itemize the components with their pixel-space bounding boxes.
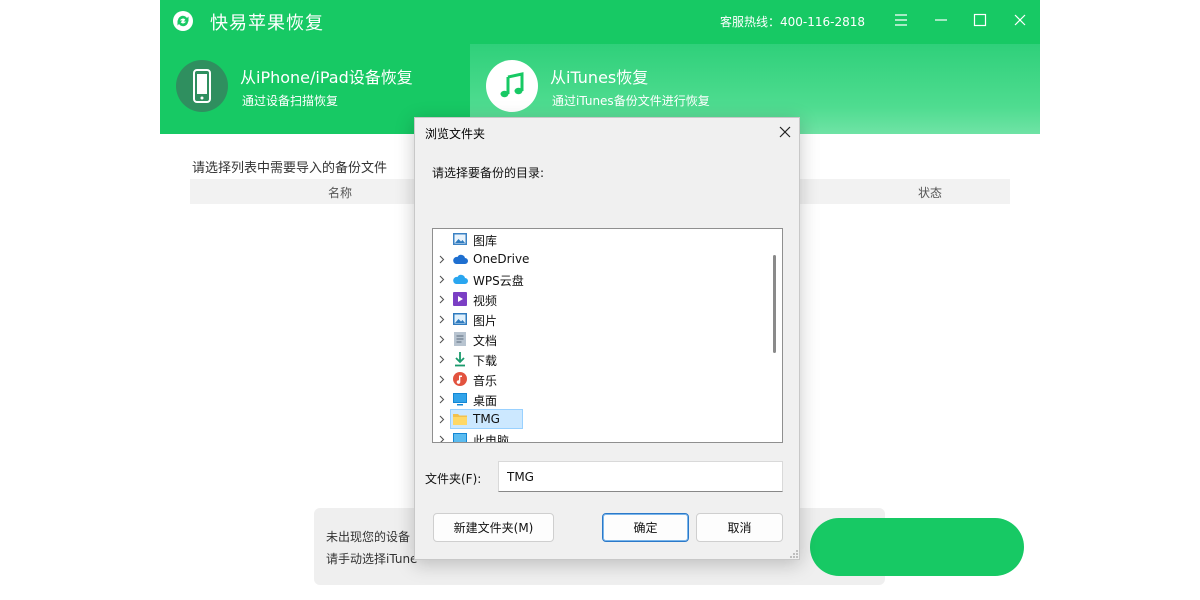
tree-item-label: WPS云盘 — [473, 274, 524, 288]
tab-device-subtitle: 通过设备扫描恢复 — [242, 94, 339, 108]
chevron-right-icon[interactable] — [436, 332, 448, 346]
tree-item-label: 视频 — [473, 294, 498, 308]
close-icon — [779, 126, 791, 138]
chevron-right-icon[interactable] — [436, 292, 448, 306]
app-title: 快易苹果恢复 — [210, 13, 324, 34]
tree-item-music[interactable]: 音乐 — [433, 369, 765, 389]
folder-input[interactable] — [498, 461, 783, 492]
close-icon — [1014, 14, 1026, 26]
chevron-right-icon[interactable] — [436, 412, 448, 426]
tree-item-documents[interactable]: 文档 — [433, 329, 765, 349]
column-status: 状态 — [918, 186, 943, 200]
tree-item-label: OneDrive — [473, 252, 530, 266]
folder-label: 文件夹(F): — [425, 472, 482, 486]
new-folder-button[interactable]: 新建文件夹(M) — [433, 513, 554, 542]
maximize-icon — [973, 13, 987, 27]
tree-item-wps-cloud[interactable]: WPS云盘 — [433, 269, 765, 289]
tree-item-label: 下载 — [473, 354, 498, 368]
music-icon — [452, 371, 468, 387]
resize-grip-icon[interactable] — [789, 549, 799, 559]
select-backup-button[interactable] — [810, 518, 1024, 576]
tree-item-label: 图库 — [473, 234, 498, 248]
tree-item-gallery[interactable]: 图库 — [433, 229, 765, 249]
folder-icon — [452, 411, 468, 427]
tree-item-label: 此电脑 — [473, 434, 510, 443]
ok-button[interactable]: 确定 — [602, 513, 689, 542]
tree-item-video[interactable]: 视频 — [433, 289, 765, 309]
tree-item-label: TMG — [473, 412, 500, 426]
scrollbar-thumb[interactable] — [773, 255, 776, 353]
desktop-icon — [452, 391, 468, 407]
header: 快易苹果恢复 客服热线：400-116-2818 从iPhone/iPad设备恢… — [160, 0, 1040, 134]
folder-tree[interactable]: 图库 OneDrive WPS云盘 视频 图片 文档 下载 音乐 桌面 TMG … — [432, 228, 783, 443]
menu-icon — [895, 14, 907, 26]
hint-line-2: 请手动选择iTune — [326, 552, 418, 566]
browse-folder-dialog: 浏览文件夹 请选择要备份的目录: 图库 OneDrive WPS云盘 视频 图片 — [414, 117, 800, 560]
chevron-right-icon[interactable] — [436, 392, 448, 406]
hint-line-1: 未出现您的设备 — [326, 530, 411, 544]
tree-item-label: 文档 — [473, 334, 498, 348]
cancel-button[interactable]: 取消 — [696, 513, 783, 542]
chevron-right-icon[interactable] — [436, 312, 448, 326]
chevron-right-icon[interactable] — [436, 272, 448, 286]
chevron-right-icon[interactable] — [436, 352, 448, 366]
hotline-text: 客服热线：400-116-2818 — [720, 15, 866, 29]
dialog-close-button[interactable] — [775, 122, 795, 142]
close-window-button[interactable] — [1011, 11, 1029, 29]
chevron-right-icon[interactable] — [436, 372, 448, 386]
tree-item-pictures[interactable]: 图片 — [433, 309, 765, 329]
tree-item-label: 音乐 — [473, 374, 498, 388]
cloud-icon — [452, 251, 468, 267]
tab-itunes-title: 从iTunes恢复 — [550, 68, 649, 87]
tree-item-onedrive[interactable]: OneDrive — [433, 249, 765, 269]
chevron-right-icon[interactable] — [436, 252, 448, 266]
tab-itunes-subtitle: 通过iTunes备份文件进行恢复 — [552, 94, 710, 108]
dialog-prompt: 请选择要备份的目录: — [432, 166, 545, 180]
tree-item-desktop[interactable]: 桌面 — [433, 389, 765, 409]
tree-item-label: 图片 — [473, 314, 498, 328]
tree-item-downloads[interactable]: 下载 — [433, 349, 765, 369]
tree-item-this-pc[interactable]: 此电脑 — [433, 429, 765, 443]
document-icon — [452, 331, 468, 347]
tree-item-label: 桌面 — [473, 394, 498, 408]
chevron-right-icon[interactable] — [436, 432, 448, 442]
video-icon — [452, 291, 468, 307]
tree-item-tmg[interactable]: TMG — [433, 409, 765, 429]
maximize-button[interactable] — [971, 11, 989, 29]
backup-list-label: 请选择列表中需要导入的备份文件 — [192, 161, 388, 176]
computer-icon — [452, 431, 468, 442]
menu-button[interactable] — [892, 11, 910, 29]
title-bar: 快易苹果恢复 客服热线：400-116-2818 — [160, 0, 1040, 40]
app-logo-icon — [173, 11, 193, 31]
tree-scrollbar[interactable] — [766, 229, 782, 442]
tab-device-title: 从iPhone/iPad设备恢复 — [240, 68, 413, 87]
minimize-icon — [935, 19, 947, 21]
music-note-icon — [486, 60, 538, 112]
phone-icon — [176, 60, 228, 112]
picture-icon — [452, 311, 468, 327]
gallery-icon — [452, 231, 468, 247]
dialog-title: 浏览文件夹 — [425, 127, 486, 141]
download-icon — [452, 351, 468, 367]
column-name: 名称 — [328, 186, 353, 200]
minimize-button[interactable] — [932, 11, 950, 29]
wps-cloud-icon — [452, 271, 468, 287]
